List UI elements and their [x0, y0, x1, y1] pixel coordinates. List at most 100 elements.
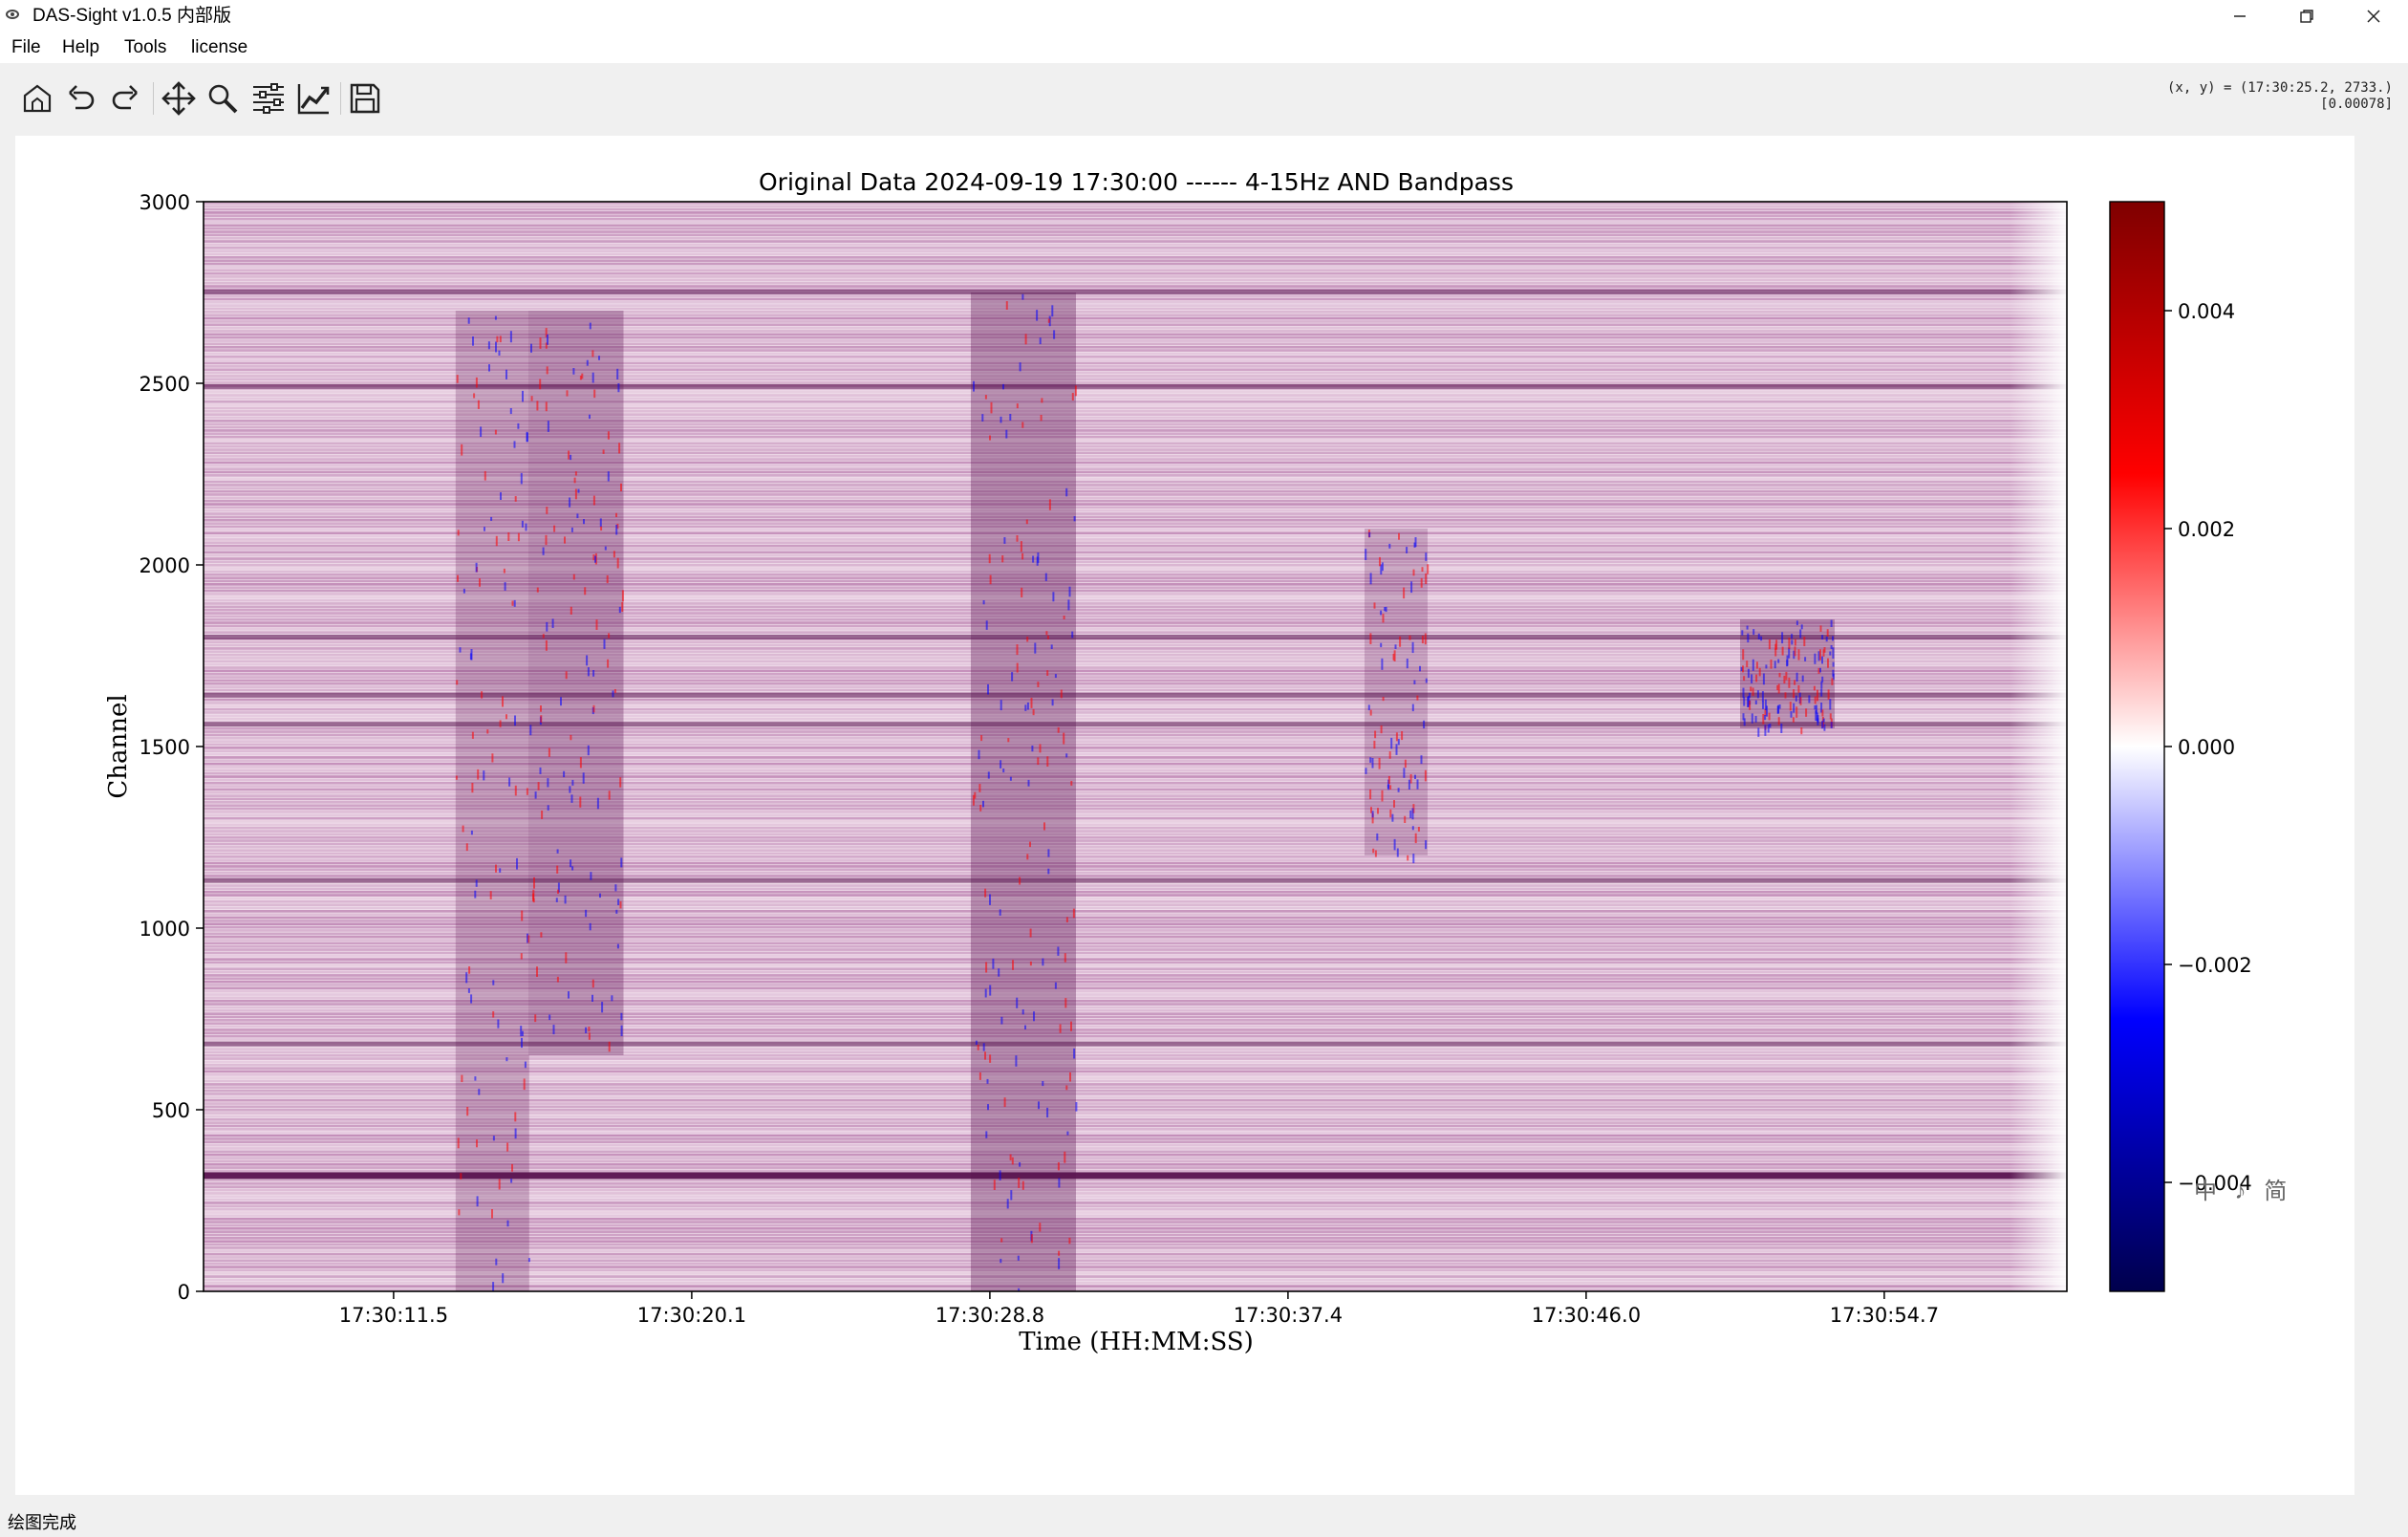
- event-speckle: [989, 435, 991, 441]
- event-speckle: [592, 704, 595, 713]
- event-speckle: [513, 599, 516, 607]
- event-speckle: [620, 1025, 623, 1036]
- event-speckle: [1387, 776, 1390, 785]
- event-speckle: [539, 767, 542, 774]
- menu-help[interactable]: Help: [62, 36, 99, 59]
- event-speckle: [520, 1026, 523, 1037]
- pan-button[interactable]: [159, 78, 199, 119]
- event-speckle: [599, 518, 602, 528]
- event-speckle: [548, 747, 550, 757]
- event-speckle: [593, 389, 596, 399]
- event-speckle: [1821, 676, 1824, 682]
- event-speckle: [514, 715, 516, 726]
- menu-file[interactable]: File: [11, 36, 41, 59]
- save-button[interactable]: [345, 78, 385, 119]
- event-speckle: [1825, 636, 1828, 642]
- event-speckle: [513, 441, 516, 448]
- event-speckle: [1817, 715, 1819, 723]
- event-speckle: [1369, 789, 1372, 800]
- home-icon: [23, 84, 52, 113]
- event-speckle: [1380, 610, 1383, 616]
- channel-trace: [204, 230, 2067, 233]
- chart[interactable]: Original Data 2024-09-19 17:30:00 ------…: [15, 136, 2354, 1495]
- event-speckle: [985, 1131, 988, 1138]
- event-speckle: [492, 1282, 495, 1291]
- event-speckle: [521, 910, 524, 921]
- minimize-button[interactable]: [2207, 0, 2272, 32]
- event-speckle: [595, 619, 598, 630]
- event-speckle: [488, 364, 490, 372]
- event-speckle: [1379, 556, 1381, 567]
- event-speckle: [495, 535, 498, 547]
- event-speckle: [591, 372, 594, 383]
- event-speckle: [987, 771, 990, 779]
- event-speckle: [618, 443, 621, 454]
- event-speckle: [579, 796, 582, 808]
- event-speckle: [1067, 599, 1070, 611]
- event-speckle: [542, 547, 545, 555]
- event-speckle: [1026, 702, 1029, 710]
- event-speckle: [565, 952, 568, 963]
- restore-icon: [2300, 10, 2313, 23]
- event-speckle: [1396, 848, 1399, 857]
- heatmap-image: [204, 202, 2067, 1291]
- event-speckle: [1041, 398, 1043, 403]
- event-speckle: [973, 380, 975, 392]
- event-speckle: [506, 1220, 509, 1227]
- event-speckle: [616, 557, 619, 569]
- close-button[interactable]: [2341, 0, 2406, 32]
- event-speckle: [1025, 519, 1028, 525]
- event-speckle: [565, 671, 568, 680]
- figure-canvas[interactable]: Original Data 2024-09-19 17:30:00 ------…: [15, 136, 2354, 1495]
- event-speckle: [1741, 630, 1744, 636]
- event-speckle: [582, 772, 585, 784]
- event-speckle: [1019, 877, 1021, 885]
- channel-trace: [204, 256, 2067, 259]
- save-icon: [350, 83, 380, 114]
- event-speckle: [570, 454, 572, 461]
- event-speckle: [475, 562, 478, 573]
- channel-trace: [204, 243, 2067, 247]
- edit-axes-button[interactable]: [293, 78, 333, 119]
- event-speckle: [506, 1142, 509, 1152]
- event-speckle: [547, 805, 549, 811]
- ime-toolbar[interactable]: 中 ♪ 简: [2194, 1172, 2292, 1205]
- event-speckle: [612, 690, 614, 698]
- event-speckle: [1019, 362, 1021, 372]
- event-speckle: [1048, 499, 1051, 510]
- forward-button[interactable]: [105, 78, 145, 119]
- event-speckle: [1829, 713, 1832, 720]
- event-speckle: [1754, 700, 1757, 704]
- home-button[interactable]: [17, 78, 57, 119]
- menu-bar: File Help Tools license: [0, 32, 2408, 63]
- event-speckle: [547, 421, 549, 432]
- event-speckle: [988, 553, 991, 564]
- event-speckle: [1019, 1162, 1021, 1167]
- event-speckle: [486, 729, 489, 734]
- y-tick-label: 3000: [140, 191, 190, 214]
- event-speckle: [989, 894, 991, 905]
- event-speckle: [527, 1258, 530, 1263]
- event-speckle: [1024, 1025, 1026, 1029]
- event-speckle: [1795, 695, 1797, 702]
- event-speckle: [1752, 629, 1755, 636]
- event-speckle: [1381, 658, 1384, 670]
- back-button[interactable]: [61, 78, 101, 119]
- x-tick-label: 17:30:46.0: [1532, 1304, 1641, 1327]
- event-speckle: [984, 1051, 986, 1060]
- configure-subplots-button[interactable]: [248, 78, 289, 119]
- menu-license[interactable]: license: [191, 36, 247, 59]
- event-speckle: [503, 568, 505, 574]
- event-speckle: [1803, 637, 1806, 647]
- event-speckle: [1011, 672, 1014, 682]
- coordinate-readout: (x, y) = (17:30:25.2, 2733.) [0.00078]: [2167, 80, 2393, 113]
- restore-button[interactable]: [2274, 0, 2339, 32]
- event-speckle: [1053, 330, 1056, 339]
- event-speckle: [1026, 854, 1029, 860]
- event-speckle: [984, 395, 987, 400]
- menu-tools[interactable]: Tools: [124, 36, 166, 59]
- event-speckle: [1814, 696, 1817, 704]
- event-speckle: [1018, 1288, 1021, 1291]
- event-speckle: [456, 375, 459, 383]
- zoom-button[interactable]: [203, 78, 243, 119]
